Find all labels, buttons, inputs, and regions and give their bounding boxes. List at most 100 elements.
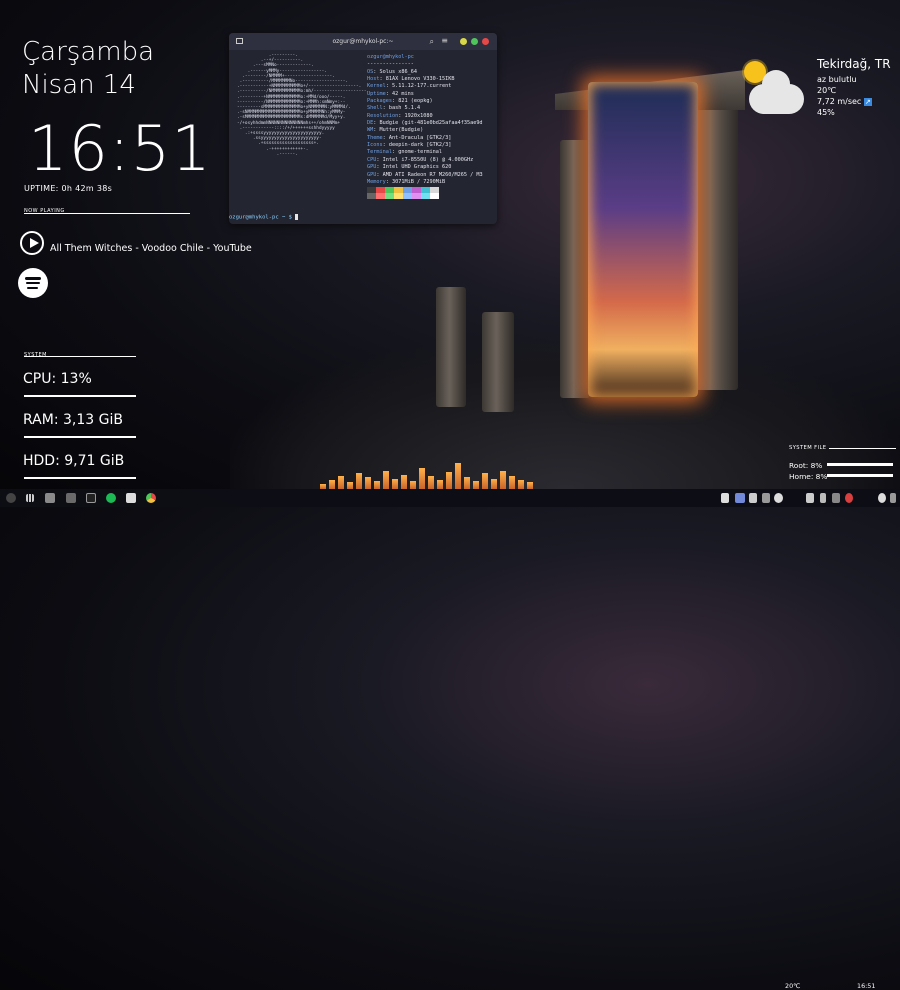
system-file-divider [829,448,896,449]
search-icon[interactable]: ⌕ [430,37,434,47]
volume-icon[interactable] [806,493,814,503]
info-value: : 5.11.12-177.current [385,83,452,90]
media-icon[interactable] [721,493,729,503]
info-key: Memory [367,178,386,185]
info-row: CPU: Intel i7-8550U (8) @ 4.000GHz [367,157,483,164]
visualizer-bar [392,479,398,489]
info-key: Uptime [367,90,386,97]
visualizer-bar [464,477,470,489]
cloud-icon [749,70,804,114]
apps-grid-icon[interactable] [26,494,34,502]
visualizer-bar [347,482,353,489]
terminal-window[interactable]: ozgur@mhykol-pc:~ ⌕ ≡ .---------. .--+/-… [229,33,497,224]
home-usage: Home: 8% [789,472,828,481]
play-circle-icon[interactable] [20,231,44,255]
system-divider [24,356,136,357]
visualizer-bar [491,479,497,489]
terminal-titlebar[interactable]: ozgur@mhykol-pc:~ ⌕ ≡ [229,33,497,50]
bluetooth-icon[interactable] [820,493,826,503]
terminal-title: ozgur@mhykol-pc:~ [332,38,394,45]
visualizer-bar [455,463,461,489]
terminal-app-icon[interactable] [86,493,96,503]
tray-time[interactable]: 16:51 [857,982,875,990]
weather-city: Tekirdağ, TR [817,57,891,71]
visualizer-bar [356,473,362,489]
terminal-cursor [295,214,299,220]
chrome-icon[interactable] [146,493,156,503]
root-usage: Root: 8% [789,461,823,470]
system-file-title: SYSTEM FILE [789,445,827,451]
hamburger-menu-icon[interactable]: ≡ [441,36,448,45]
info-key: CPU [367,156,377,163]
info-value: : 821 (eopkg) [392,98,433,105]
close-button[interactable] [482,38,489,45]
network-icon[interactable] [762,493,770,503]
cpu-usage: CPU: 13% [23,371,92,387]
files-icon[interactable] [45,493,55,503]
terminal-prompt[interactable]: ozgur@mhykol-pc ~ $ [229,214,299,221]
info-value: : gnome-terminal [392,149,442,156]
info-key: Packages [367,98,392,105]
visualizer-bar [410,481,416,489]
weather-icon[interactable] [774,493,783,503]
visualizer-bar [473,481,479,489]
now-playing-divider [24,213,190,214]
ruin-column-small [436,287,466,407]
info-value: : deepin-dark [GTK2/3] [382,142,452,149]
cpu-bar [24,395,136,397]
power-icon[interactable] [878,493,886,503]
info-row: Uptime: 42 mins [367,91,483,98]
info-row: OS: Solus x86_64 [367,69,483,76]
info-separator: --------------- [367,61,414,68]
info-row: Terminal: gnome-terminal [367,149,483,156]
date-label: Nisan 14 [22,70,136,100]
discord-icon[interactable] [735,493,745,503]
info-key: Terminal [367,149,392,156]
visualizer-bar [527,482,533,489]
ruin-column-left-arch [560,140,590,398]
user-host: ozgur@mhykol-pc [367,54,414,60]
text-editor-icon[interactable] [66,493,76,503]
uptime-label: UPTIME: 0h 42m 38s [24,184,113,193]
info-row: Resolution: 1920x1080 [367,113,483,120]
info-key: Shell [367,105,383,112]
root-bar [827,463,893,466]
info-key: Resolution [367,112,399,119]
info-key: GPU [367,171,377,178]
visualizer-bar [518,480,524,489]
info-key: Theme [367,134,383,141]
info-row: GPU: Intel UHD Graphics 620 [367,164,483,171]
battery-icon[interactable] [832,493,840,503]
info-value: : Budgie (git-481e0bd25afaa4f35ae9d [373,120,483,127]
system-title: SYSTEM [24,352,47,358]
spotify-icon[interactable] [18,268,48,298]
hdd-bar [24,477,136,479]
visualizer-bar [500,471,506,489]
visualizer-bar [482,473,488,489]
minimize-button[interactable] [460,38,467,45]
info-value: : Solus x86_64 [373,68,417,75]
user-avatar-icon[interactable] [6,493,16,503]
info-row: Memory: 3071MiB / 7290MiB [367,179,483,186]
maximize-button[interactable] [471,38,478,45]
info-key: Icons [367,142,383,149]
settings-icon[interactable] [890,493,896,503]
home-bar [827,474,893,477]
folder-icon[interactable] [126,493,136,503]
info-row: DE: Budgie (git-481e0bd25afaa4f35ae9d [367,120,483,127]
spotify-app-icon[interactable] [106,493,116,503]
info-key: Kernel [367,83,386,90]
info-value: : Intel UHD Graphics 620 [376,164,452,171]
info-row: Host: 81AX Lenovo V330-15IKB [367,76,483,83]
info-value: : Ant-Dracula [GTK2/3] [382,134,452,141]
info-value: : AMD ATI Radeon R7 M260/M265 / M3 [376,171,483,178]
weather-humidity: 45% [817,108,835,117]
ram-usage: RAM: 3,13 GiB [23,412,123,428]
notification-icon[interactable] [845,493,853,503]
visualizer-bar [419,468,425,489]
info-value: : 81AX Lenovo V330-15IKB [379,76,455,83]
info-value: : Intel i7-8550U (8) @ 4.000GHz [376,156,474,163]
neofetch-info: ozgur@mhykol-pc --------------- OS: Solu… [367,54,483,186]
keyboard-icon[interactable] [749,493,757,503]
now-playing-song: All Them Witches - Voodoo Chile - YouTub… [50,243,252,254]
